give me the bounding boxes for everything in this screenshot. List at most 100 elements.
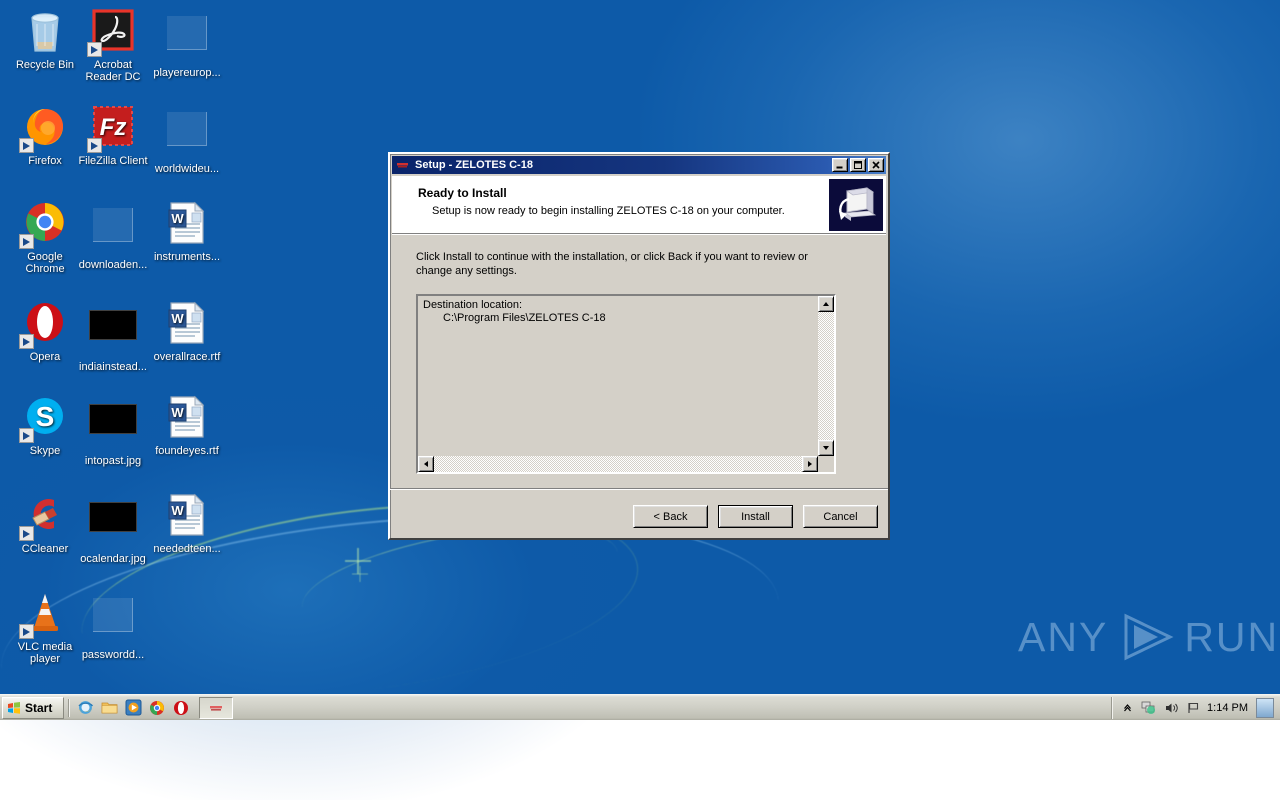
- arrow-down-icon: [823, 446, 829, 450]
- blank-file-icon: [93, 208, 133, 242]
- arrow-up-icon: [823, 302, 829, 306]
- desktop-icon[interactable]: S Skype: [8, 394, 82, 457]
- install-button[interactable]: Install: [718, 505, 793, 528]
- vlc-icon: [21, 590, 69, 638]
- taskbar-separator: [68, 699, 69, 717]
- scroll-down-button[interactable]: [818, 440, 834, 456]
- setup-body: Click Install to continue with the insta…: [390, 234, 888, 474]
- desktop-icon[interactable]: Recycle Bin: [8, 8, 82, 71]
- desktop-icon[interactable]: Acrobat Reader DC: [76, 8, 150, 83]
- desktop-icon[interactable]: Google Chrome: [8, 200, 82, 275]
- show-desktop-button[interactable]: [1256, 698, 1274, 718]
- black-thumbnail-icon: [89, 502, 137, 532]
- black-thumbnail-icon: [89, 502, 137, 550]
- action-center-flag-icon[interactable]: [1185, 700, 1201, 716]
- chevron-up-icon[interactable]: [1119, 700, 1135, 716]
- desktop-icon[interactable]: passwordd...: [76, 590, 150, 661]
- quick-launch-explorer[interactable]: [98, 697, 120, 719]
- listbox-vertical-scrollbar[interactable]: [818, 296, 834, 456]
- desktop-icon[interactable]: intopast.jpg: [76, 394, 150, 467]
- arrow-left-icon: [424, 461, 428, 467]
- svg-text:W: W: [171, 211, 184, 226]
- quick-launch-media-player[interactable]: [122, 697, 144, 719]
- watermark-any-text: ANY: [1018, 614, 1108, 661]
- close-button[interactable]: [868, 158, 884, 172]
- shortcut-overlay-icon: [19, 624, 34, 639]
- blank-file-icon: [167, 112, 207, 146]
- scroll-up-button[interactable]: [818, 296, 834, 312]
- start-button[interactable]: Start: [2, 697, 64, 719]
- desktop-icon[interactable]: ocalendar.jpg: [76, 492, 150, 565]
- cancel-button[interactable]: Cancel: [803, 505, 878, 528]
- svg-text:S: S: [36, 401, 55, 432]
- desktop-icon-label: intopast.jpg: [76, 455, 150, 467]
- svg-text:W: W: [171, 405, 184, 420]
- black-thumbnail-icon: [89, 404, 137, 452]
- chrome-icon: [149, 700, 165, 716]
- desktop-icon[interactable]: W overallrace.rtf: [150, 300, 224, 363]
- desktop-icon[interactable]: downloaden...: [76, 200, 150, 271]
- desktop-icon[interactable]: indiainstead...: [76, 300, 150, 373]
- scroll-left-button[interactable]: [418, 456, 434, 472]
- shortcut-overlay-icon: [19, 526, 34, 541]
- desktop-icon[interactable]: Opera: [8, 300, 82, 363]
- desktop-icon-label: FileZilla Client: [76, 155, 150, 167]
- install-computer-icon: [829, 179, 883, 231]
- desktop-icon-label: Recycle Bin: [8, 59, 82, 71]
- desktop-icon[interactable]: playereurop...: [150, 8, 224, 79]
- blank-file-icon: [89, 598, 137, 646]
- desktop-icon-label: Opera: [8, 351, 82, 363]
- anyrun-logo-icon: [1118, 612, 1174, 662]
- wallpaper-sparkle: [345, 548, 371, 574]
- desktop-icon-label: downloaden...: [76, 259, 150, 271]
- minimize-button[interactable]: [832, 158, 848, 172]
- setup-header-title: Ready to Install: [418, 186, 829, 200]
- blank-file-icon: [89, 208, 137, 256]
- shortcut-overlay-icon: [87, 42, 102, 57]
- setup-title-text: Setup - ZELOTES C-18: [415, 159, 830, 171]
- media-player-icon: [125, 699, 142, 716]
- desktop-icon[interactable]: Firefox: [8, 104, 82, 167]
- shortcut-overlay-icon: [19, 334, 34, 349]
- shortcut-overlay-icon: [19, 138, 34, 153]
- ccleaner-icon: [21, 492, 69, 540]
- back-button[interactable]: < Back: [633, 505, 708, 528]
- desktop-icon-label: passwordd...: [76, 649, 150, 661]
- quick-launch-chrome[interactable]: [146, 697, 168, 719]
- quick-launch-opera[interactable]: [170, 697, 192, 719]
- desktop-icon[interactable]: W neededteen...: [150, 492, 224, 555]
- taskbar-clock[interactable]: 1:14 PM: [1207, 702, 1248, 714]
- desktop-icon[interactable]: CCleaner: [8, 492, 82, 555]
- setup-task-button[interactable]: [199, 697, 233, 719]
- desktop-icon-label: CCleaner: [8, 543, 82, 555]
- desktop-icon[interactable]: VLC media player: [8, 590, 82, 665]
- desktop-icon[interactable]: W foundeyes.rtf: [150, 394, 224, 457]
- blank-file-icon: [163, 112, 211, 160]
- recycle-bin-icon: [21, 8, 69, 56]
- firefox-icon: [21, 104, 69, 152]
- word-document-icon: W: [163, 394, 211, 442]
- desktop-icon[interactable]: worldwideu...: [150, 104, 224, 175]
- black-thumbnail-icon: [89, 310, 137, 358]
- maximize-button[interactable]: [850, 158, 866, 172]
- setup-wizard-window[interactable]: Setup - ZELOTES C-18 Ready to Install Se…: [388, 152, 890, 540]
- chrome-icon: [21, 200, 69, 248]
- scroll-right-button[interactable]: [802, 456, 818, 472]
- scrollbar-corner: [818, 456, 834, 472]
- desktop-icon-label: Acrobat Reader DC: [76, 59, 150, 83]
- setup-title-bar[interactable]: Setup - ZELOTES C-18: [392, 156, 886, 174]
- desktop-icon[interactable]: W instruments...: [150, 200, 224, 263]
- desktop-icon-label: Skype: [8, 445, 82, 457]
- acrobat-icon: [89, 8, 137, 56]
- opera-icon: [173, 700, 189, 716]
- windows-logo-icon: [6, 700, 22, 716]
- setup-icon: [208, 701, 224, 715]
- desktop-icon-label: worldwideu...: [150, 163, 224, 175]
- desktop-icon-label: Google Chrome: [8, 251, 82, 275]
- network-icon[interactable]: [1141, 700, 1157, 716]
- listbox-horizontal-scrollbar[interactable]: [418, 456, 818, 472]
- desktop-icon[interactable]: Fz FileZilla Client: [76, 104, 150, 167]
- setup-details-listbox[interactable]: Destination location: C:\Program Files\Z…: [416, 294, 836, 474]
- quick-launch-internet-explorer[interactable]: [74, 697, 96, 719]
- volume-icon[interactable]: [1163, 700, 1179, 716]
